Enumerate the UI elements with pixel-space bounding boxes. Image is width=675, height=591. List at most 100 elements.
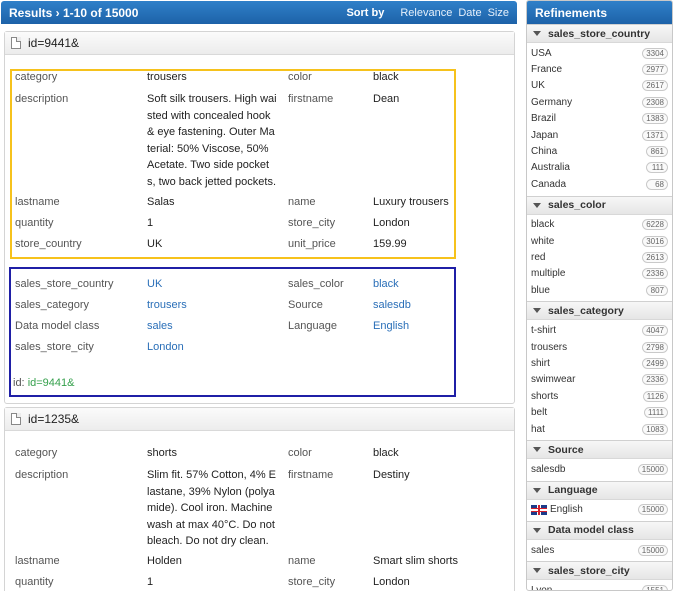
facet-item[interactable]: multiple 2336 bbox=[527, 266, 672, 282]
facet-item-label: black bbox=[531, 219, 555, 231]
facet-count-badge: 1111 bbox=[643, 407, 668, 419]
facet-item[interactable]: belt 1111 bbox=[527, 404, 672, 420]
facet-item[interactable]: China 861 bbox=[527, 143, 672, 159]
sort-relevance-link[interactable]: Relevance bbox=[400, 7, 452, 19]
facet-title: sales_category bbox=[548, 304, 624, 317]
facet-item-label: swimwear bbox=[531, 374, 576, 386]
field-key: quantity bbox=[15, 217, 54, 229]
facet-list: salesdb 15000 bbox=[527, 459, 672, 480]
meta-key: sales_store_city bbox=[15, 341, 94, 353]
facet-count-badge: 1083 bbox=[642, 423, 668, 435]
facet-count-badge: 3304 bbox=[642, 47, 668, 59]
facet-item[interactable]: hat 1083 bbox=[527, 421, 672, 437]
facet-item[interactable]: trousers 2798 bbox=[527, 339, 672, 355]
facet-item-label: France bbox=[531, 64, 563, 76]
field-value: black bbox=[373, 447, 399, 459]
facet-item[interactable]: Lyon 1551 bbox=[527, 582, 672, 590]
facet-item[interactable]: Germany 2308 bbox=[527, 94, 672, 110]
facet-item-label: Australia bbox=[531, 162, 570, 174]
facet-item[interactable]: USA 3304 bbox=[527, 45, 672, 61]
facet-count-badge: 1551 bbox=[642, 585, 668, 590]
facet-header[interactable]: sales_category bbox=[527, 301, 672, 321]
facet-item[interactable]: Brazil 1383 bbox=[527, 111, 672, 127]
facet-item[interactable]: sales 15000 bbox=[527, 542, 672, 558]
facet-item[interactable]: shorts 1126 bbox=[527, 388, 672, 404]
field-key: quantity bbox=[15, 576, 54, 588]
sort-size-link[interactable]: Size bbox=[488, 7, 509, 19]
field-value: Luxury trousers bbox=[373, 196, 449, 208]
result-card-header: id=1235& bbox=[5, 408, 514, 431]
facet-item[interactable]: Australia 111 bbox=[527, 160, 672, 176]
facet-header[interactable]: sales_color bbox=[527, 195, 672, 215]
facet-count-badge: 2336 bbox=[642, 268, 668, 280]
facet-item-label: UK bbox=[531, 80, 545, 92]
facet-item[interactable]: Japan 1371 bbox=[527, 127, 672, 143]
facet-item-label: China bbox=[531, 146, 558, 158]
field-value: London bbox=[373, 576, 410, 588]
facet-header[interactable]: Data model class bbox=[527, 520, 672, 540]
facet-item[interactable]: salesdb 15000 bbox=[527, 461, 672, 477]
collapse-triangle-icon bbox=[533, 487, 541, 493]
facet-item-label: salesdb bbox=[531, 463, 566, 475]
meta-value-link[interactable]: trousers bbox=[147, 297, 187, 313]
facet-header[interactable]: Source bbox=[527, 440, 672, 460]
sort-label: Sort by bbox=[346, 6, 385, 19]
field-key: unit_price bbox=[288, 238, 336, 250]
meta-value-link[interactable]: black bbox=[373, 276, 399, 292]
result-id-link[interactable]: id=9441& bbox=[28, 377, 75, 389]
id-label: id: bbox=[13, 377, 25, 389]
document-icon bbox=[11, 413, 21, 425]
facet-header[interactable]: Language bbox=[527, 480, 672, 500]
field-key: store_city bbox=[288, 576, 336, 588]
facet-count-badge: 3016 bbox=[642, 235, 668, 247]
facet-count-badge: 15000 bbox=[637, 504, 668, 516]
facet-count-badge: 68 bbox=[646, 178, 668, 190]
meta-value-link[interactable]: sales bbox=[147, 318, 173, 334]
facet-item[interactable]: black 6228 bbox=[527, 217, 672, 233]
facet-item-label: Germany bbox=[531, 96, 573, 108]
collapse-triangle-icon bbox=[533, 202, 541, 208]
field-key: category bbox=[15, 71, 58, 83]
facet-item[interactable]: red 2613 bbox=[527, 249, 672, 265]
facet-count-badge: 6228 bbox=[642, 219, 668, 231]
facet-count-badge: 2798 bbox=[642, 341, 668, 353]
facet-item[interactable]: blue 807 bbox=[527, 282, 672, 298]
meta-key: sales_color bbox=[288, 278, 344, 290]
meta-value-link[interactable]: English bbox=[373, 318, 409, 334]
facet-item-label: Brazil bbox=[531, 113, 557, 125]
uk-flag-icon bbox=[531, 504, 547, 515]
result-title-link[interactable]: id=9441& bbox=[28, 36, 79, 50]
facet-item[interactable]: English 15000 bbox=[527, 502, 672, 518]
facet-header[interactable]: sales_store_country bbox=[527, 24, 672, 43]
sort-date-link[interactable]: Date bbox=[458, 7, 481, 19]
result-card: id=1235& category shorts color black des… bbox=[4, 407, 515, 591]
field-value: 159.99 bbox=[373, 238, 407, 250]
facet-item[interactable]: France 2977 bbox=[527, 61, 672, 77]
result-id-line: id: id=9441& bbox=[13, 377, 74, 389]
facet-count-badge: 2308 bbox=[642, 96, 668, 108]
facet-list: English 15000 bbox=[527, 500, 672, 521]
meta-value-link[interactable]: London bbox=[147, 339, 184, 355]
field-key: store_city bbox=[288, 217, 336, 229]
facet-count-badge: 2617 bbox=[642, 80, 668, 92]
flag-cross-stripe bbox=[538, 504, 540, 515]
facet-item[interactable]: swimwear 2336 bbox=[527, 372, 672, 388]
facet-item[interactable]: white 3016 bbox=[527, 233, 672, 249]
facet-item-label: sales bbox=[531, 544, 555, 556]
field-value: Dean bbox=[373, 93, 400, 105]
facet-item[interactable]: UK 2617 bbox=[527, 78, 672, 94]
field-value-description: Soft silk trousers. High waisted with co… bbox=[147, 93, 277, 188]
field-value: black bbox=[373, 71, 399, 83]
result-title-link[interactable]: id=1235& bbox=[28, 412, 79, 426]
facet-header[interactable]: sales_store_city bbox=[527, 561, 672, 581]
facet-item[interactable]: Canada 68 bbox=[527, 176, 672, 192]
facet-item[interactable]: t-shirt 4047 bbox=[527, 322, 672, 338]
facet-title: Data model class bbox=[548, 524, 634, 537]
field-value: Smart slim shorts bbox=[373, 555, 458, 567]
result-card-header: id=9441& bbox=[5, 32, 514, 55]
meta-value-link[interactable]: UK bbox=[147, 276, 162, 292]
field-key: firstname bbox=[288, 93, 334, 105]
facet-item[interactable]: shirt 2499 bbox=[527, 355, 672, 371]
facet-title: Source bbox=[548, 443, 584, 456]
meta-value-link[interactable]: salesdb bbox=[373, 297, 411, 313]
